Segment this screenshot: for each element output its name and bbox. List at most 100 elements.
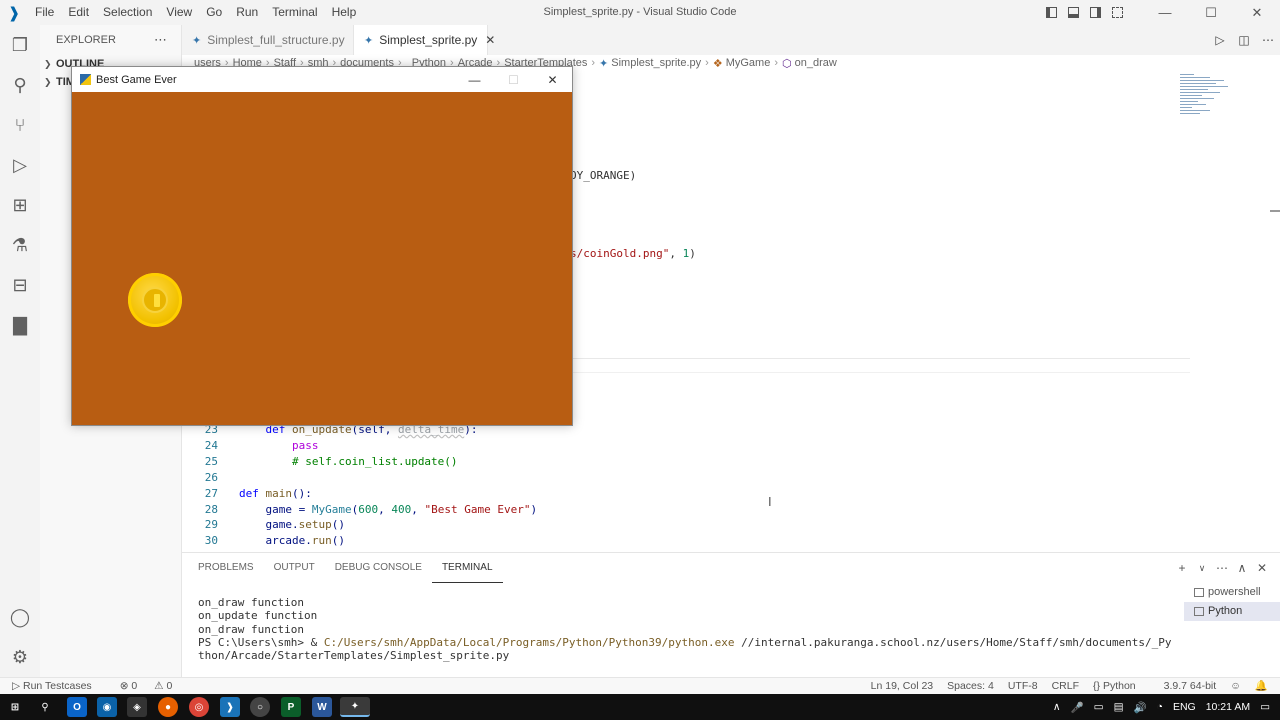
game-window-title: Best Game Ever bbox=[96, 73, 177, 86]
mouse-cursor-icon: I bbox=[768, 494, 772, 509]
close-tab-icon[interactable]: ✕ bbox=[485, 33, 495, 47]
account-icon[interactable]: ◯ bbox=[0, 597, 40, 637]
breadcrumb-item[interactable]: Simplest_sprite.py bbox=[611, 57, 701, 69]
python-game-icon[interactable]: ✦ bbox=[340, 697, 370, 717]
close-icon[interactable]: ✕ bbox=[1234, 0, 1280, 25]
tab-simplest-sprite[interactable]: ✦ Simplest_sprite.py ✕ bbox=[354, 25, 495, 55]
testing-flask-icon[interactable]: ⚗ bbox=[0, 225, 40, 265]
microphone-icon[interactable]: 🎤 bbox=[1071, 701, 1084, 714]
maximize-panel-icon[interactable]: ∧ bbox=[1232, 561, 1252, 575]
clock[interactable]: 10:21 AM bbox=[1206, 701, 1250, 713]
notifications-icon[interactable]: 🔔 bbox=[1255, 678, 1268, 695]
tab-simplest-full-structure[interactable]: ✦ Simplest_full_structure.py bbox=[182, 25, 354, 55]
chevron-down-icon[interactable]: ∨ bbox=[1192, 563, 1212, 574]
title-bar: ❱ File Edit Selection View Go Run Termin… bbox=[0, 0, 1280, 25]
tab-terminal[interactable]: TERMINAL bbox=[431, 553, 503, 583]
search-icon[interactable]: ⚲ bbox=[35, 697, 55, 717]
problems-status[interactable]: ⊗ 0 ⚠ 0 bbox=[120, 678, 187, 695]
menu-selection[interactable]: Selection bbox=[96, 0, 159, 25]
menu-bar: File Edit Selection View Go Run Terminal… bbox=[28, 0, 363, 25]
tab-output[interactable]: OUTPUT bbox=[264, 553, 325, 583]
source-control-icon[interactable]: ⑂ bbox=[0, 105, 40, 145]
feedback-icon[interactable]: ☺ bbox=[1230, 678, 1241, 695]
run-file-icon[interactable]: ▷ bbox=[1208, 33, 1232, 47]
battery-icon[interactable]: ▭ bbox=[1094, 701, 1104, 713]
bar-chart-icon[interactable]: ▇ bbox=[0, 305, 40, 345]
split-editor-icon[interactable]: ◫ bbox=[1232, 33, 1256, 47]
language-indicator[interactable]: ENG bbox=[1173, 701, 1196, 713]
network-icon[interactable]: ▤ bbox=[1114, 701, 1124, 713]
indentation[interactable]: Spaces: 4 bbox=[947, 678, 994, 695]
customize-layout-button[interactable] bbox=[1106, 0, 1128, 25]
language-mode[interactable]: {} Python bbox=[1093, 678, 1150, 695]
activity-bar: ❐ ⚲ ⑂ ▷ ⊞ ⚗ ⊟ ▇ ◯ ⚙ bbox=[0, 25, 40, 677]
run-debug-icon[interactable]: ▷ bbox=[0, 145, 40, 185]
gear-icon[interactable]: ⚙ bbox=[0, 637, 40, 677]
game-window[interactable]: Best Game Ever — ☐ ✕ bbox=[71, 66, 573, 426]
toggle-secondary-sidebar-button[interactable] bbox=[1084, 0, 1106, 25]
cursor-position[interactable]: Ln 19, Col 23 bbox=[871, 678, 933, 695]
firefox-icon[interactable]: ● bbox=[158, 697, 178, 717]
show-hidden-icons[interactable]: ∧ bbox=[1053, 701, 1061, 713]
menu-terminal[interactable]: Terminal bbox=[265, 0, 324, 25]
volume-icon[interactable]: 🔊 bbox=[1134, 701, 1147, 714]
word-icon[interactable]: W bbox=[312, 697, 332, 717]
search-icon[interactable]: ⚲ bbox=[0, 65, 40, 105]
more-actions-icon[interactable]: ⋯ bbox=[1256, 33, 1280, 47]
game-title-bar[interactable]: Best Game Ever — ☐ ✕ bbox=[72, 67, 572, 92]
remote-terminal-icon[interactable]: ⊟ bbox=[0, 265, 40, 305]
more-actions-icon[interactable]: ⋯ bbox=[1212, 561, 1232, 575]
menu-go[interactable]: Go bbox=[199, 0, 229, 25]
menu-edit[interactable]: Edit bbox=[61, 0, 96, 25]
terminal-output[interactable]: on_draw function on_update function on_dra… bbox=[198, 596, 1178, 662]
end-of-line[interactable]: CRLF bbox=[1052, 678, 1079, 695]
explorer-icon[interactable]: ❐ bbox=[0, 25, 40, 65]
close-panel-icon[interactable]: ✕ bbox=[1252, 561, 1272, 575]
notification-center-icon[interactable]: ▭ bbox=[1260, 701, 1270, 713]
toggle-panel-button[interactable] bbox=[1062, 0, 1084, 25]
interpreter[interactable]: 3.9.7 64-bit bbox=[1164, 678, 1217, 695]
terminal-item-python[interactable]: Python bbox=[1184, 602, 1280, 621]
menu-help[interactable]: Help bbox=[325, 0, 364, 25]
line-number: 27 bbox=[204, 486, 218, 500]
github-icon[interactable]: ○ bbox=[250, 697, 270, 717]
line-number: 28 bbox=[204, 502, 218, 516]
vscode-icon[interactable]: ❱ bbox=[220, 697, 240, 717]
menu-file[interactable]: File bbox=[28, 0, 61, 25]
vscode-taskbar-icon[interactable]: ◈ bbox=[127, 697, 147, 717]
tab-problems[interactable]: PROBLEMS bbox=[188, 553, 264, 583]
python-file-icon: ✦ bbox=[599, 57, 609, 70]
windows-start-icon[interactable]: ⊞ bbox=[5, 697, 25, 717]
tab-debug-console[interactable]: DEBUG CONSOLE bbox=[325, 553, 432, 583]
run-testcases-button[interactable]: ▷ Run Testcases bbox=[12, 678, 106, 695]
pycharm-icon[interactable]: P bbox=[281, 697, 301, 717]
toggle-primary-sidebar-button[interactable] bbox=[1040, 0, 1062, 25]
menu-run[interactable]: Run bbox=[229, 0, 265, 25]
terminal-icon bbox=[1194, 606, 1204, 616]
encoding[interactable]: UTF-8 bbox=[1008, 678, 1038, 695]
close-icon[interactable]: ✕ bbox=[533, 67, 572, 92]
extensions-icon[interactable]: ⊞ bbox=[0, 185, 40, 225]
breadcrumb-item[interactable]: on_draw bbox=[795, 57, 837, 69]
minimap[interactable] bbox=[1180, 72, 1270, 132]
editor-divider bbox=[570, 358, 1190, 359]
minimize-icon[interactable]: — bbox=[455, 67, 494, 92]
maximize-icon[interactable]: ☐ bbox=[1188, 0, 1234, 25]
vscode-logo-icon: ❱ bbox=[7, 4, 21, 22]
more-actions-icon[interactable]: ⋯ bbox=[154, 25, 167, 55]
chrome-icon[interactable]: ◎ bbox=[189, 697, 209, 717]
scrollbar[interactable] bbox=[1270, 210, 1280, 212]
teams-icon[interactable]: ◉ bbox=[97, 697, 117, 717]
new-terminal-icon[interactable]: + bbox=[1172, 561, 1192, 575]
game-canvas[interactable] bbox=[72, 92, 572, 425]
status-bar: ▷ Run Testcases ⊗ 0 ⚠ 0 Ln 19, Col 23 Sp… bbox=[0, 677, 1280, 694]
breadcrumb-item[interactable]: MyGame bbox=[726, 57, 771, 69]
python-file-icon: ✦ bbox=[364, 34, 374, 47]
wifi-icon[interactable]: ◔ bbox=[1157, 701, 1163, 713]
terminal-item-powershell[interactable]: powershell bbox=[1184, 583, 1280, 602]
gold-coin-sprite bbox=[128, 273, 182, 327]
menu-view[interactable]: View bbox=[159, 0, 199, 25]
minimize-icon[interactable]: — bbox=[1142, 0, 1188, 25]
outlook-icon[interactable]: O bbox=[67, 697, 87, 717]
line-number: 24 bbox=[204, 438, 218, 452]
